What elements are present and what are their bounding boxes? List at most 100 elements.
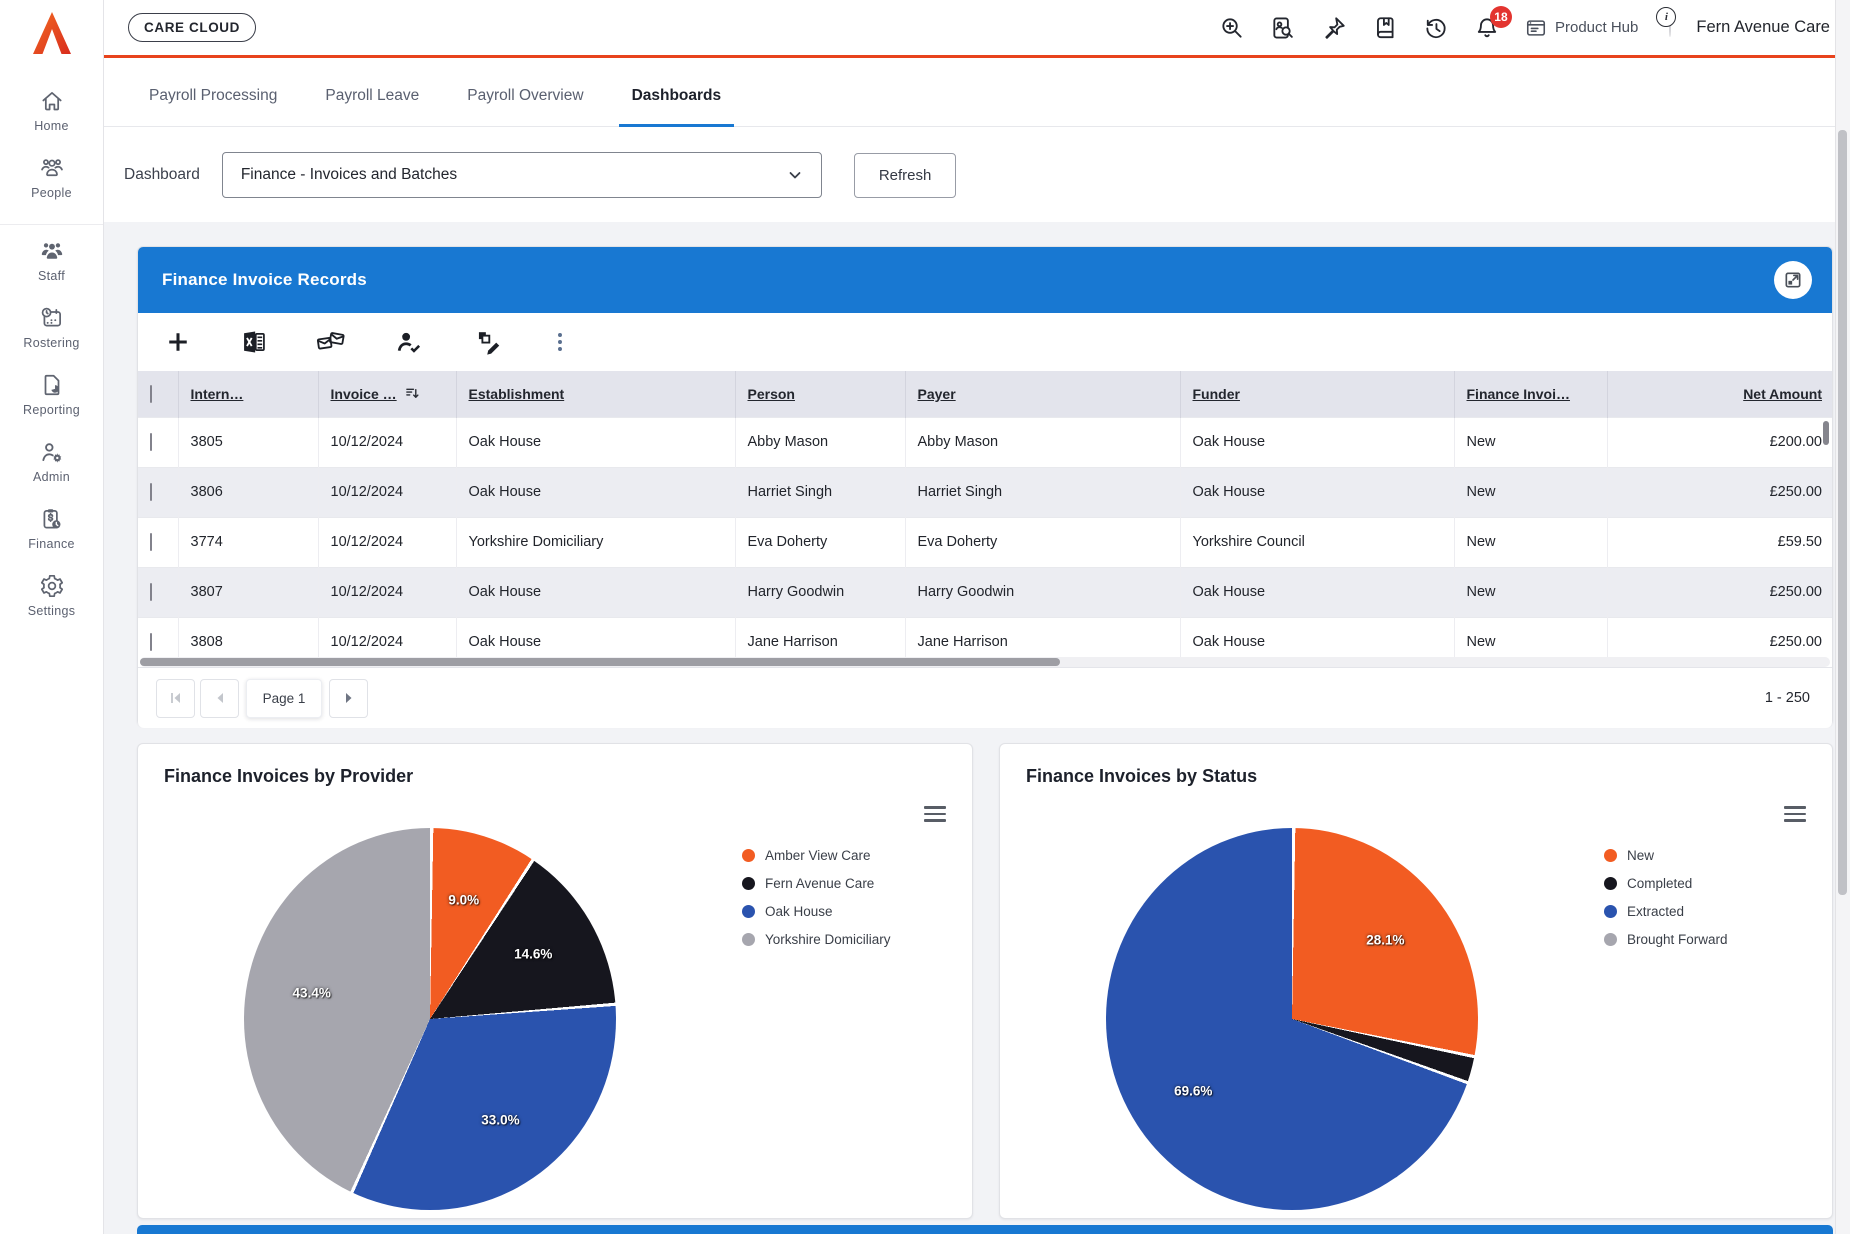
zoom-in-icon[interactable] (1219, 15, 1245, 41)
dashboard-content: Finance Invoice Records (104, 222, 1850, 1234)
first-page-button[interactable] (156, 679, 195, 718)
legend-label: Completed (1627, 876, 1692, 891)
legend-item[interactable]: Fern Avenue Care (742, 876, 891, 891)
grid-vertical-scrollbar[interactable] (1823, 421, 1829, 445)
chart-legend: New Completed Extracted Brought Forward (1604, 848, 1728, 947)
sidebar-item-label: Finance (28, 537, 75, 551)
sidebar-item-finance[interactable]: Finance (0, 506, 103, 562)
table-row[interactable]: 3806 10/12/2024 Oak House Harriet Singh … (138, 467, 1832, 517)
dashboard-select[interactable]: Finance - Invoices and Batches (222, 152, 822, 198)
sidebar-item-settings[interactable]: Settings (0, 573, 103, 629)
legend-item[interactable]: Yorkshire Domiciliary (742, 932, 891, 947)
status-pie-chart[interactable]: 28.1%69.6% (1106, 828, 1478, 1210)
send-invoices-icon[interactable] (316, 328, 346, 356)
row-checkbox[interactable] (150, 483, 152, 501)
cell-funder: Oak House (1180, 417, 1454, 467)
next-widget-header-edge (137, 1225, 1833, 1234)
table-row[interactable]: 3805 10/12/2024 Oak House Abby Mason Abb… (138, 417, 1832, 467)
row-checkbox[interactable] (150, 433, 152, 451)
pin-icon[interactable] (1321, 15, 1347, 41)
sort-descending-icon[interactable] (405, 386, 420, 401)
legend-item[interactable]: New (1604, 848, 1728, 863)
dashboard-select-value: Finance - Invoices and Batches (241, 166, 457, 184)
tab-payroll-processing[interactable]: Payroll Processing (144, 87, 282, 126)
info-icon[interactable]: i (1656, 7, 1676, 27)
top-bar: CARE CLOUD (104, 0, 1850, 58)
grid-toolbar (138, 313, 1832, 371)
legend-swatch (1604, 877, 1617, 890)
cell-internal-id: 3806 (178, 467, 318, 517)
legend-item[interactable]: Amber View Care (742, 848, 891, 863)
add-record-icon[interactable] (164, 328, 192, 356)
legend-item[interactable]: Completed (1604, 876, 1728, 891)
staff-icon (39, 238, 65, 264)
column-header-establishment[interactable]: Establishment (469, 386, 565, 402)
more-options-icon[interactable] (550, 328, 570, 356)
column-header-internal-id[interactable]: Intern… (191, 386, 244, 402)
legend-item[interactable]: Brought Forward (1604, 932, 1728, 947)
column-header-payer[interactable]: Payer (918, 386, 956, 402)
cell-invoice-date: 10/12/2024 (318, 517, 456, 567)
chart-invoices-by-provider: Finance Invoices by Provider 9.0%14.6%33… (137, 743, 973, 1219)
chart-menu-icon[interactable] (1784, 806, 1806, 826)
column-header-funder[interactable]: Funder (1193, 386, 1240, 402)
provider-pie-chart[interactable]: 9.0%14.6%33.0%43.4% (244, 828, 616, 1210)
legend-label: Amber View Care (765, 848, 871, 863)
horizontal-scrollbar-thumb[interactable] (140, 658, 1060, 666)
person-check-icon[interactable] (394, 328, 424, 356)
export-excel-icon[interactable] (240, 328, 268, 356)
page-scrollbar-thumb[interactable] (1838, 130, 1847, 895)
bookmark-icon[interactable] (1372, 15, 1398, 41)
app-logo-icon[interactable] (28, 8, 76, 58)
table-row[interactable]: 3807 10/12/2024 Oak House Harry Goodwin … (138, 567, 1832, 617)
sidebar-item-admin[interactable]: Admin (0, 439, 103, 495)
legend-swatch (742, 877, 755, 890)
refresh-button[interactable]: Refresh (854, 153, 957, 198)
table-row[interactable]: 3774 10/12/2024 Yorkshire Domiciliary Ev… (138, 517, 1832, 567)
sidebar-item-reporting[interactable]: Reporting (0, 372, 103, 428)
panel-header: Finance Invoice Records (138, 247, 1832, 313)
column-header-person[interactable]: Person (748, 386, 795, 402)
sidebar-item-rostering[interactable]: Rostering (0, 305, 103, 361)
legend-item[interactable]: Oak House (742, 904, 891, 919)
care-cloud-badge[interactable]: CARE CLOUD (128, 13, 256, 42)
sidebar-item-staff[interactable]: Staff (0, 238, 103, 294)
cell-invoice-date: 10/12/2024 (318, 467, 456, 517)
sidebar-item-label: Settings (28, 604, 76, 618)
cell-payer: Harriet Singh (905, 467, 1180, 517)
current-page-indicator[interactable]: Page 1 (246, 679, 322, 718)
sidebar-item-home[interactable]: Home (0, 88, 103, 144)
panel-title: Finance Invoice Records (162, 270, 367, 290)
finance-clipboard-icon (39, 506, 65, 532)
reporting-document-icon (39, 372, 65, 398)
select-all-checkbox[interactable] (150, 385, 152, 403)
record-search-icon[interactable] (1270, 15, 1296, 41)
cell-establishment: Oak House (456, 417, 735, 467)
module-tab-bar: Payroll Processing Payroll Leave Payroll… (104, 61, 1850, 127)
tab-payroll-overview[interactable]: Payroll Overview (462, 87, 588, 126)
records-grid: Intern… Invoice … Establishment Person P… (138, 371, 1832, 667)
row-checkbox[interactable] (150, 633, 152, 651)
legend-item[interactable]: Extracted (1604, 904, 1728, 919)
product-hub-link[interactable]: Product Hub (1525, 17, 1638, 39)
sidebar-item-label: People (31, 186, 72, 200)
tab-payroll-leave[interactable]: Payroll Leave (320, 87, 424, 126)
bulk-edit-icon[interactable] (472, 328, 502, 356)
row-checkbox[interactable] (150, 583, 152, 601)
tab-dashboards[interactable]: Dashboards (627, 87, 727, 126)
history-icon[interactable] (1423, 15, 1449, 41)
next-page-button[interactable] (329, 679, 368, 718)
user-avatar[interactable]: i (1669, 19, 1671, 37)
notifications-bell-icon[interactable]: 18 (1474, 15, 1500, 41)
previous-page-button[interactable] (200, 679, 239, 718)
cell-payer: Abby Mason (905, 417, 1180, 467)
chart-menu-icon[interactable] (924, 806, 946, 826)
sidebar-item-people[interactable]: People (0, 155, 103, 211)
row-checkbox[interactable] (150, 533, 152, 551)
expand-panel-button[interactable] (1774, 261, 1812, 299)
column-header-invoice-date[interactable]: Invoice … (331, 386, 397, 402)
finance-invoice-records-panel: Finance Invoice Records (137, 246, 1833, 726)
column-header-finance-invoice-status[interactable]: Finance Invoi… (1467, 386, 1570, 402)
column-header-net-amount[interactable]: Net Amount (1743, 386, 1822, 402)
cell-net-amount: £250.00 (1607, 467, 1832, 517)
